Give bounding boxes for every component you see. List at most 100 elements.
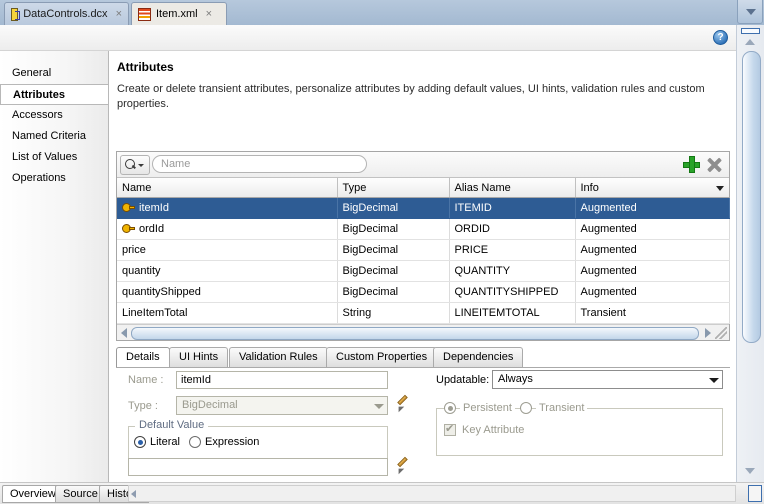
help-bar: ? (0, 25, 736, 51)
cell-alias: QUANTITY (449, 260, 576, 282)
cell-info: Augmented (575, 239, 730, 261)
persistent-label: Persistent (460, 402, 515, 414)
cell-info: Augmented (575, 260, 730, 282)
detail-tab-bar: Details UI Hints Validation Rules Custom… (116, 347, 730, 367)
search-input[interactable] (152, 155, 367, 173)
cell-info: Augmented (575, 218, 730, 240)
chevron-down-icon (138, 164, 144, 167)
table-row[interactable]: quantity BigDecimal QUANTITY Augmented (117, 260, 730, 282)
cell-name: itemId (117, 197, 338, 219)
sidebar: General Attributes Accessors Named Crite… (0, 51, 109, 482)
sidebar-item-operations[interactable]: Operations (0, 168, 108, 189)
column-header-name[interactable]: Name (117, 178, 338, 198)
cell-name: LineItemTotal (117, 302, 338, 324)
cell-alias: PRICE (449, 239, 576, 261)
pencil-body (397, 394, 408, 406)
add-attribute-button[interactable] (682, 155, 701, 174)
bottom-horizontal-scrollbar[interactable] (128, 485, 736, 502)
scroll-marker (741, 28, 760, 34)
scroll-thumb[interactable] (131, 327, 699, 340)
expression-label: Expression (205, 436, 260, 448)
editor-tab-datacontrols[interactable]: DataControls.dcx × (4, 2, 129, 25)
tab-ui-hints[interactable]: UI Hints (169, 347, 229, 367)
table-row[interactable]: price BigDecimal PRICE Augmented (117, 239, 730, 261)
scroll-up-arrow-icon[interactable] (745, 39, 755, 45)
pencil-tip (395, 465, 405, 475)
sidebar-item-attributes[interactable]: Attributes (0, 84, 109, 105)
scroll-down-arrow-icon[interactable] (745, 468, 755, 474)
tab-details[interactable]: Details (116, 347, 170, 367)
content-panel: Attributes Create or delete transient at… (108, 51, 736, 482)
editor-tab-label: DataControls.dcx (23, 8, 108, 20)
scroll-left-arrow-icon[interactable] (121, 328, 127, 338)
column-header-type[interactable]: Type (337, 178, 450, 198)
dcx-file-icon (11, 7, 21, 21)
close-icon[interactable]: × (206, 8, 212, 20)
updatable-select[interactable]: Always (492, 370, 723, 389)
sidebar-item-accessors[interactable]: Accessors (0, 105, 108, 126)
default-value-legend: Default Value (135, 419, 209, 431)
delete-attribute-button[interactable] (705, 155, 724, 174)
name-label: Name : (128, 374, 164, 386)
tab-validation-rules[interactable]: Validation Rules (229, 347, 328, 367)
key-icon (122, 203, 135, 212)
scroll-right-arrow-icon[interactable] (705, 328, 711, 338)
cell-name: quantityShipped (117, 281, 338, 303)
column-header-alias-name[interactable]: Alias Name (449, 178, 576, 198)
tab-dependencies[interactable]: Dependencies (433, 347, 524, 367)
chevron-down-icon (746, 9, 756, 15)
help-icon[interactable]: ? (713, 30, 728, 45)
radio-expression[interactable] (189, 436, 201, 448)
cell-alias: ORDID (449, 218, 576, 240)
table-toolbar (117, 152, 729, 178)
key-attribute-checkbox[interactable] (444, 422, 456, 436)
chevron-down-icon (709, 378, 719, 383)
type-select[interactable]: BigDecimal (176, 396, 388, 415)
default-value-input[interactable] (128, 458, 388, 476)
radio-persistent[interactable] (444, 402, 456, 414)
cell-alias: QUANTITYSHIPPED (449, 281, 576, 303)
updatable-value: Always (498, 373, 533, 385)
cell-type: String (337, 302, 450, 324)
column-header-info-label: Info (580, 181, 599, 194)
cell-info: Augmented (575, 197, 730, 219)
close-icon[interactable]: × (116, 8, 122, 20)
page-description: Create or delete transient attributes, p… (117, 83, 705, 110)
edit-type-pencil-icon[interactable] (395, 394, 410, 413)
sidebar-item-general[interactable]: General (0, 63, 108, 84)
edit-default-value-pencil-icon[interactable] (395, 456, 410, 475)
application-window: DataControls.dcx × Item.xml × ? General … (0, 0, 764, 504)
name-field[interactable] (176, 371, 388, 389)
cell-type: BigDecimal (337, 197, 450, 219)
tab-custom-properties[interactable]: Custom Properties (326, 347, 438, 367)
chevron-down-icon[interactable] (716, 186, 724, 191)
editor-tab-overflow-button[interactable] (737, 0, 763, 24)
table-row[interactable]: itemId BigDecimal ITEMID Augmented (117, 197, 730, 219)
scroll-left-arrow-icon[interactable] (131, 490, 136, 498)
sidebar-item-list-of-values[interactable]: List of Values (0, 147, 108, 168)
magnifier-glyph (125, 159, 135, 169)
radio-literal[interactable] (134, 436, 146, 448)
resize-grip-icon[interactable] (715, 327, 727, 339)
updatable-label: Updatable: (436, 374, 490, 386)
cell-name: ordId (117, 218, 338, 240)
xml-file-icon (138, 7, 151, 21)
column-header-info[interactable]: Info (575, 178, 729, 198)
cell-type: BigDecimal (337, 260, 450, 282)
editor-body: ? General Attributes Accessors Named Cri… (0, 25, 764, 482)
bottom-scroll-corner[interactable] (748, 485, 762, 502)
editor-tab-strip: DataControls.dcx × Item.xml × (0, 0, 764, 26)
page-vertical-scrollbar[interactable] (736, 0, 764, 482)
literal-label: Literal (150, 436, 180, 448)
table-horizontal-scrollbar[interactable] (117, 324, 729, 340)
sidebar-item-named-criteria[interactable]: Named Criteria (0, 126, 108, 147)
search-icon[interactable] (120, 155, 150, 175)
table-row[interactable]: ordId BigDecimal ORDID Augmented (117, 218, 730, 240)
radio-transient[interactable] (520, 402, 532, 414)
editor-tab-item-xml[interactable]: Item.xml × (131, 2, 227, 25)
cell-name: quantity (117, 260, 338, 282)
table-row[interactable]: quantityShipped BigDecimal QUANTITYSHIPP… (117, 281, 730, 303)
page-title: Attributes (117, 60, 174, 74)
scroll-thumb[interactable] (742, 51, 761, 343)
table-row[interactable]: LineItemTotal String LINEITEMTOTAL Trans… (117, 302, 730, 324)
